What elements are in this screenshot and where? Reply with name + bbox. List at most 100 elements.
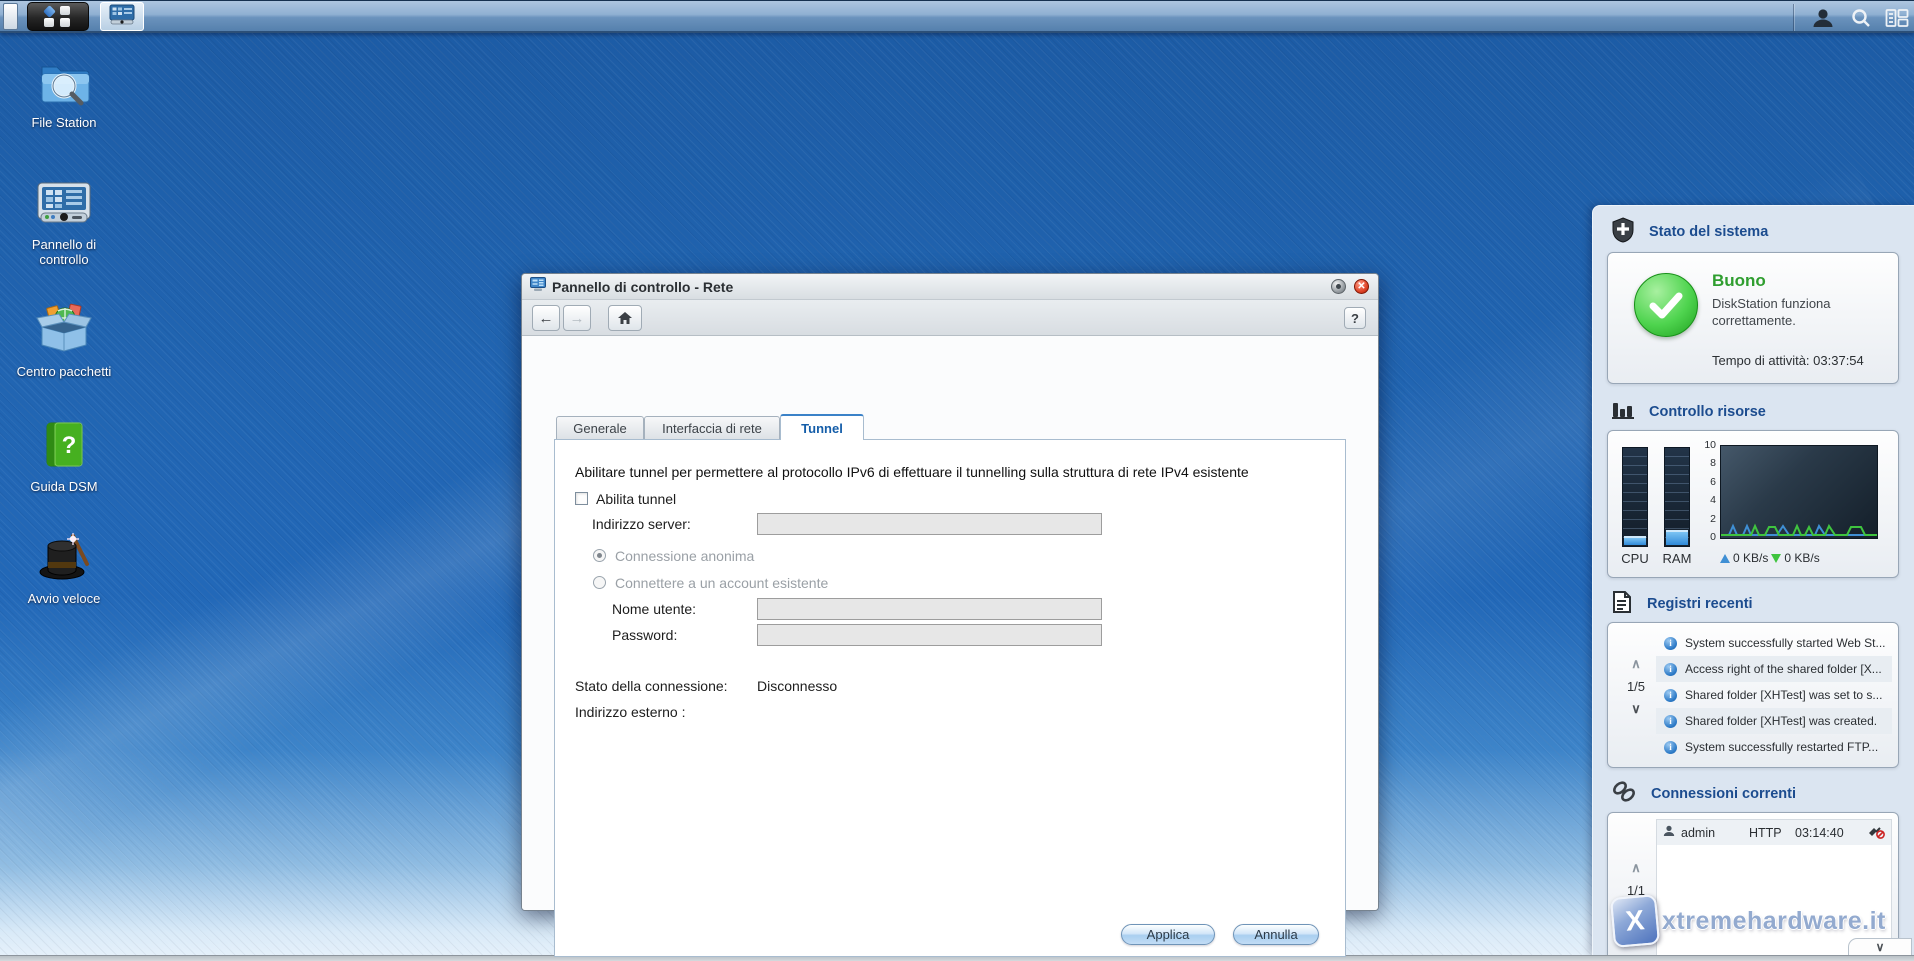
forward-button[interactable]: → — [563, 305, 591, 331]
existing-account-radio — [593, 576, 606, 589]
network-legend: 0 KB/s 0 KB/s — [1720, 551, 1820, 565]
current-connections-header[interactable]: Connessioni correnti — [1603, 780, 1903, 808]
cancel-button[interactable]: Annulla — [1233, 924, 1319, 945]
status-message: DiskStation funziona correttamente. — [1712, 296, 1831, 328]
log-row: i System successfully started Web St... — [1656, 630, 1892, 656]
enable-tunnel-checkbox[interactable] — [575, 492, 588, 505]
control-panel-icon — [36, 182, 92, 232]
ram-label: RAM — [1662, 551, 1692, 566]
widget-sidebar: Stato del sistema Buono DiskStation funz… — [1592, 205, 1914, 961]
axis-tick: 10 — [1704, 439, 1716, 451]
logs-page-indicator: 1/5 — [1626, 679, 1646, 694]
home-button[interactable] — [608, 305, 642, 331]
close-button[interactable]: ✕ — [1354, 279, 1369, 294]
system-status-box: Buono DiskStation funziona correttamente… — [1607, 252, 1899, 384]
site-watermark: X xtremehardware.it — [1609, 894, 1886, 948]
recent-logs-header[interactable]: Registri recenti — [1603, 590, 1903, 618]
enable-tunnel-label: Abilita tunnel — [596, 491, 677, 507]
tunnel-tab-panel: Abilitare tunnel per permettere al proto… — [554, 439, 1346, 957]
user-menu-icon[interactable] — [1808, 5, 1838, 30]
search-icon[interactable] — [1846, 5, 1876, 30]
connection-status-value: Disconnesso — [757, 678, 838, 694]
minimize-button[interactable] — [1331, 279, 1346, 294]
resource-monitor-title: Controllo risorse — [1649, 404, 1766, 420]
window-body: Generale Interfaccia di rete Tunnel Abil… — [522, 336, 1378, 957]
chevron-up-icon[interactable]: ∧ — [1616, 861, 1656, 875]
svg-text:?: ? — [62, 432, 77, 459]
status-ok-icon — [1634, 273, 1698, 337]
tab-generale[interactable]: Generale — [556, 416, 644, 439]
username-input — [757, 598, 1102, 620]
system-status-title: Stato del sistema — [1649, 224, 1769, 240]
status-state: Buono — [1712, 271, 1766, 290]
password-input — [757, 624, 1102, 646]
user-icon — [1663, 825, 1675, 840]
recent-logs-box: ∧ 1/5 ∨ i System successfully started Web… — [1607, 622, 1899, 768]
current-connections-title: Connessioni correnti — [1651, 786, 1797, 802]
window-toolbar: ← → ? — [522, 300, 1378, 336]
main-menu-button[interactable] — [27, 2, 89, 31]
log-row: i Shared folder [XHTest] was set to s... — [1656, 682, 1892, 708]
ram-meter — [1664, 447, 1690, 547]
log-text: Shared folder [XHTest] was created. — [1685, 714, 1878, 728]
desktop-icon-control-panel[interactable]: Pannello di controllo — [13, 180, 115, 267]
recent-logs-title: Registri recenti — [1647, 596, 1753, 612]
help-button[interactable]: ? — [1344, 307, 1366, 329]
password-label: Password: — [612, 627, 678, 643]
log-row: i Shared folder [XHTest] was created. — [1656, 708, 1892, 734]
desktop-icon-label: File Station — [31, 115, 97, 130]
taskbar-divider — [1793, 4, 1794, 31]
desktop-icon-dsm-help[interactable]: ? Guida DSM — [13, 420, 115, 494]
logs-list: i System successfully started Web St... i… — [1656, 630, 1892, 760]
anonymous-connection-label: Connessione anonima — [615, 548, 755, 564]
apply-button[interactable]: Applica — [1121, 924, 1215, 945]
chain-link-icon — [1611, 780, 1637, 809]
server-address-input — [757, 513, 1102, 535]
log-row: i System successfully restarted FTP... — [1656, 734, 1892, 760]
control-panel-window: Pannello di controllo - Rete ✕ ← → ? Gen… — [521, 273, 1379, 957]
desktop-icon-file-station[interactable]: File Station — [13, 58, 115, 130]
desktop-icon-package-center[interactable]: Centro pacchetti — [13, 303, 115, 379]
disconnect-icon[interactable] — [1867, 824, 1885, 842]
chevron-down-icon: ∨ — [1875, 940, 1885, 954]
resource-monitor-box: CPU RAM 10 8 6 4 2 0 0 KB/s 0 KB/s — [1607, 430, 1899, 578]
connection-user: admin — [1681, 825, 1716, 840]
info-icon: i — [1664, 714, 1677, 728]
axis-tick: 2 — [1710, 513, 1716, 525]
quick-start-icon — [37, 533, 91, 586]
existing-account-label: Connettere a un account esistente — [615, 575, 829, 591]
network-traffic-graph — [1720, 445, 1878, 539]
status-uptime: Tempo di attività: 03:37:54 — [1712, 353, 1864, 368]
log-document-icon — [1611, 590, 1633, 619]
desktop-icon-label: Avvio veloce — [27, 591, 101, 606]
axis-tick: 8 — [1710, 457, 1716, 469]
taskbar-item-control-panel[interactable] — [100, 2, 144, 31]
system-status-header[interactable]: Stato del sistema — [1603, 216, 1903, 246]
log-text: System successfully started Web St... — [1685, 636, 1886, 650]
window-titlebar[interactable]: Pannello di controllo - Rete ✕ — [522, 274, 1378, 300]
tab-interfaccia-di-rete[interactable]: Interfaccia di rete — [644, 416, 780, 439]
resource-monitor-header[interactable]: Controllo risorse — [1603, 398, 1903, 426]
sidebar-collapse-tab[interactable]: ∨ — [1848, 938, 1912, 955]
pilot-view-icon[interactable] — [1882, 5, 1912, 30]
axis-tick: 0 — [1710, 531, 1716, 543]
axis-tick: 4 — [1710, 494, 1716, 506]
window-title: Pannello di controllo - Rete — [552, 278, 734, 295]
dsm-help-icon: ? — [40, 422, 88, 474]
info-icon: i — [1664, 688, 1677, 702]
server-address-label: Indirizzo server: — [592, 516, 691, 532]
external-address-label: Indirizzo esterno : — [575, 704, 686, 720]
info-icon: i — [1664, 636, 1677, 650]
back-button[interactable]: ← — [532, 305, 560, 331]
chevron-down-icon[interactable]: ∨ — [1616, 702, 1656, 716]
window-title-icon — [530, 276, 546, 297]
tab-tunnel[interactable]: Tunnel — [780, 414, 864, 440]
username-label: Nome utente: — [612, 601, 697, 617]
desktop-icon-quick-start[interactable]: Avvio veloce — [13, 532, 115, 606]
chevron-up-icon[interactable]: ∧ — [1616, 657, 1656, 671]
show-desktop-button[interactable] — [3, 3, 18, 30]
connection-protocol: HTTP — [1749, 825, 1782, 840]
info-icon: i — [1664, 662, 1677, 676]
taskbar — [0, 0, 1914, 33]
upload-arrow-icon — [1720, 553, 1730, 563]
